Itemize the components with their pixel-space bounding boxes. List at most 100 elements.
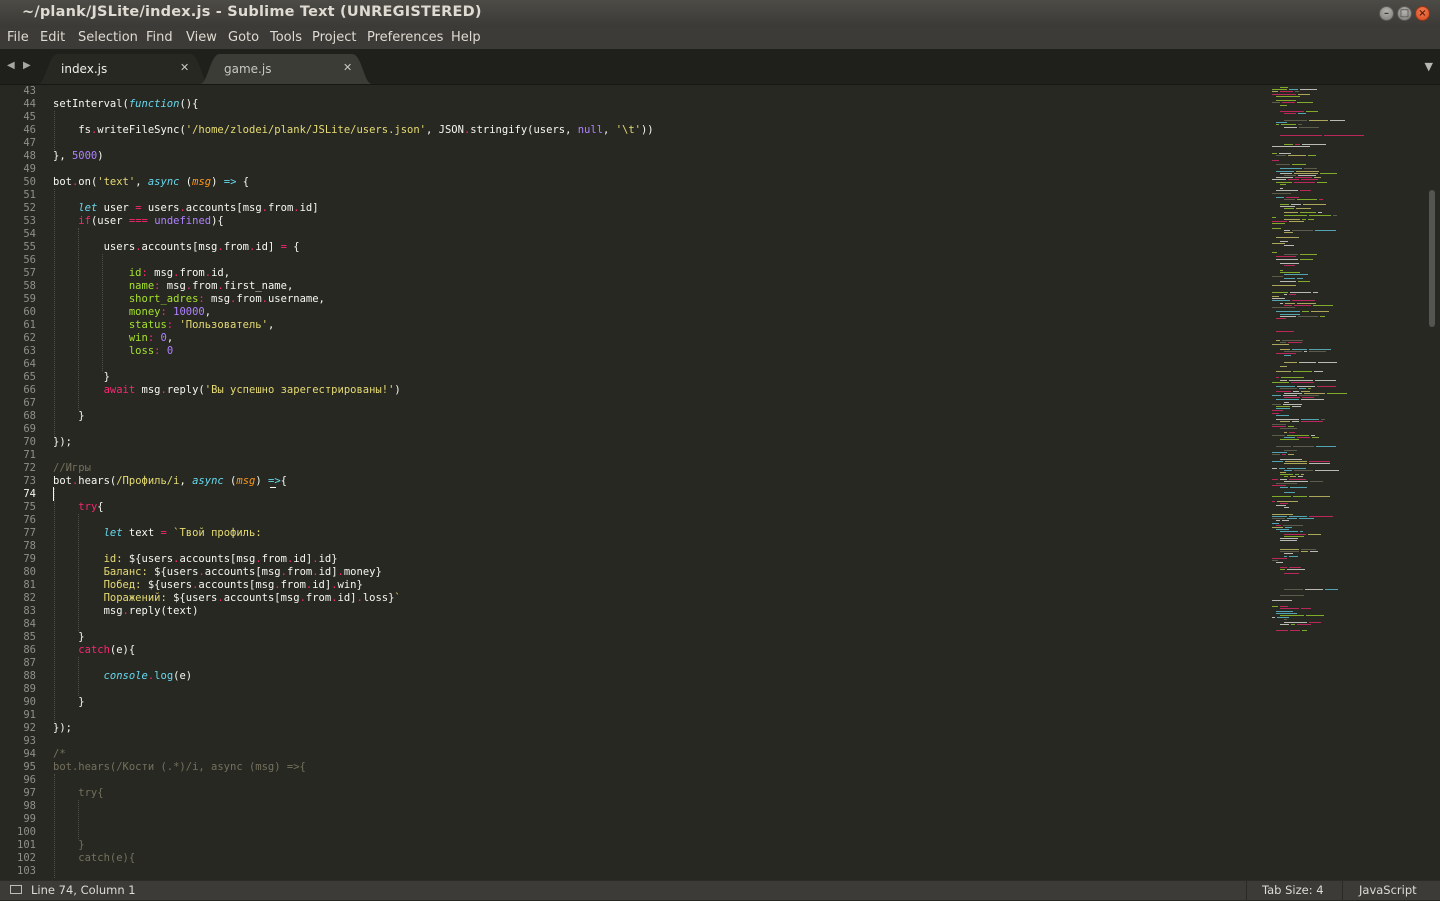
code-line[interactable]: money: 10000, [53, 306, 211, 319]
minimap-line [1280, 271, 1300, 273]
code-line[interactable]: Побед: ${users.accounts[msg.from.id].win… [53, 579, 363, 592]
code-line[interactable]: let text = `Твой профиль: [53, 527, 262, 540]
code-line[interactable]: status: 'Пользователь', [53, 319, 274, 332]
maximize-icon[interactable]: □ [1397, 6, 1412, 21]
menu-file[interactable]: File [7, 30, 29, 45]
code-line[interactable]: }, 5000) [53, 150, 104, 163]
code-token: ) [394, 384, 401, 396]
menu-project[interactable]: Project [312, 30, 356, 45]
line-number: 84 [23, 618, 36, 630]
minimap-line [1280, 623, 1289, 625]
menu-selection[interactable]: Selection [78, 30, 138, 45]
code-line[interactable]: try{ [53, 787, 103, 800]
code-line[interactable]: //Игры [53, 462, 91, 475]
text-cursor [53, 487, 54, 501]
code-line[interactable]: try{ [53, 501, 103, 514]
code-token: loss [128, 345, 155, 357]
minimap-line [1272, 461, 1283, 462]
code-token: { [280, 475, 287, 487]
close-icon[interactable]: × [1415, 6, 1430, 21]
code-line[interactable]: bot.hears(/Кости (.*)/i, async (msg) =>{ [53, 761, 306, 774]
tab-size-indicator[interactable]: Tab Size: 4 [1262, 883, 1324, 897]
scrollbar-thumb[interactable] [1429, 190, 1435, 327]
code-line[interactable]: }); [53, 722, 72, 735]
code-line[interactable]: catch(e){ [53, 644, 135, 657]
code-token: `Твой профиль: [173, 527, 262, 539]
code-line[interactable]: } [53, 631, 84, 644]
tab-game-js[interactable]: game.js ✕ [200, 54, 372, 84]
minimap-line [1276, 610, 1293, 612]
code-line[interactable]: setInterval(function(){ [53, 98, 198, 111]
code-line[interactable]: bot.on('text', async (msg) => { [53, 176, 249, 189]
nav-next-icon[interactable]: ▶ [23, 60, 31, 71]
code-line[interactable]: short_adres: msg.from.username, [53, 293, 325, 306]
code-line[interactable]: }); [53, 436, 72, 449]
code-line[interactable]: } [53, 410, 84, 423]
menu-tools[interactable]: Tools [270, 30, 302, 45]
minimap-line [1280, 458, 1302, 460]
menu-view[interactable]: View [186, 30, 217, 45]
code-line[interactable]: bot.hears(/Профиль/i, async (msg) =>{ [53, 475, 287, 488]
code-token: }, [53, 150, 72, 162]
minimap-line [1272, 599, 1292, 601]
code-line[interactable]: name: msg.from.first_name, [53, 280, 293, 293]
minimap-line [1289, 293, 1296, 295]
minimap-line [1277, 617, 1289, 619]
code-line[interactable]: catch(e){ [53, 852, 135, 865]
code-token: Поражений: [53, 592, 174, 604]
nav-prev-icon[interactable]: ◀ [7, 60, 15, 71]
code-editor[interactable]: 43 44 45 46 47 48 49 50 51 52 53 54 55 56 57 58 59 60 61 62… [0, 85, 1425, 880]
minimap[interactable] [1272, 87, 1422, 647]
minimap-line [1300, 212, 1316, 214]
tab-close-icon[interactable]: ✕ [180, 61, 189, 74]
code-token: bot [53, 176, 72, 188]
minimap-line [1272, 557, 1287, 559]
minimap-line [1280, 91, 1293, 93]
code-token: writeFileSync( [97, 124, 186, 136]
code-line[interactable]: Баланс: ${users.accounts[msg.from.id].mo… [53, 566, 382, 579]
line-number: 67 [23, 397, 36, 409]
code-line[interactable]: console.log(e) [53, 670, 193, 683]
minimap-line [1272, 516, 1287, 517]
minimap-line [1276, 406, 1290, 407]
vertical-scrollbar[interactable] [1425, 85, 1440, 880]
tab-index-js[interactable]: index.js ✕ [38, 54, 210, 84]
minimap-line [1309, 621, 1321, 623]
code-line[interactable]: } [53, 371, 110, 384]
code-line[interactable]: Поражений: ${users.accounts[msg.from.id]… [53, 592, 401, 605]
menu-goto[interactable]: Goto [228, 30, 259, 45]
code-line[interactable]: let user = users.accounts[msg.from.id] [53, 202, 318, 215]
code-line[interactable]: /* [53, 748, 66, 761]
code-token: null [577, 124, 604, 136]
code-token: accounts[msg [179, 553, 256, 565]
code-line[interactable]: id: ${users.accounts[msg.from.id].id} [53, 553, 338, 566]
code-line[interactable]: msg.reply(text) [53, 605, 199, 618]
minimap-line [1280, 269, 1283, 271]
code-line[interactable]: win: 0, [53, 332, 173, 345]
minimap-line [1284, 126, 1297, 128]
tab-close-icon[interactable]: ✕ [343, 61, 352, 74]
minimap-line [1280, 379, 1287, 381]
code-token: } [53, 696, 85, 708]
code-line[interactable]: loss: 0 [53, 345, 173, 358]
line-number: 87 [23, 657, 36, 669]
menu-find[interactable]: Find [146, 30, 173, 45]
code-line[interactable]: users.accounts[msg.from.id] = { [53, 241, 300, 254]
code-line[interactable]: id: msg.from.id, [53, 267, 230, 280]
code-line[interactable]: if(user === undefined){ [53, 215, 223, 228]
code-line[interactable]: } [53, 839, 84, 852]
code-line[interactable]: await msg.reply('Вы успешно зарегестриро… [53, 384, 401, 397]
minimap-line [1302, 219, 1306, 220]
menu-edit[interactable]: Edit [40, 30, 65, 45]
minimap-line [1272, 412, 1279, 414]
code-line[interactable]: } [53, 696, 85, 709]
minimap-line [1315, 469, 1339, 471]
menu-preferences[interactable]: Preferences [367, 30, 443, 45]
panel-icon[interactable] [10, 885, 22, 894]
tab-menu-icon[interactable]: ▼ [1425, 60, 1433, 73]
code-line[interactable]: fs.writeFileSync('/home/zlodei/plank/JSL… [53, 124, 653, 137]
menu-help[interactable]: Help [451, 30, 481, 45]
minimize-icon[interactable]: – [1379, 6, 1394, 21]
tab-label: game.js [224, 62, 272, 76]
syntax-indicator[interactable]: JavaScript [1359, 883, 1417, 897]
